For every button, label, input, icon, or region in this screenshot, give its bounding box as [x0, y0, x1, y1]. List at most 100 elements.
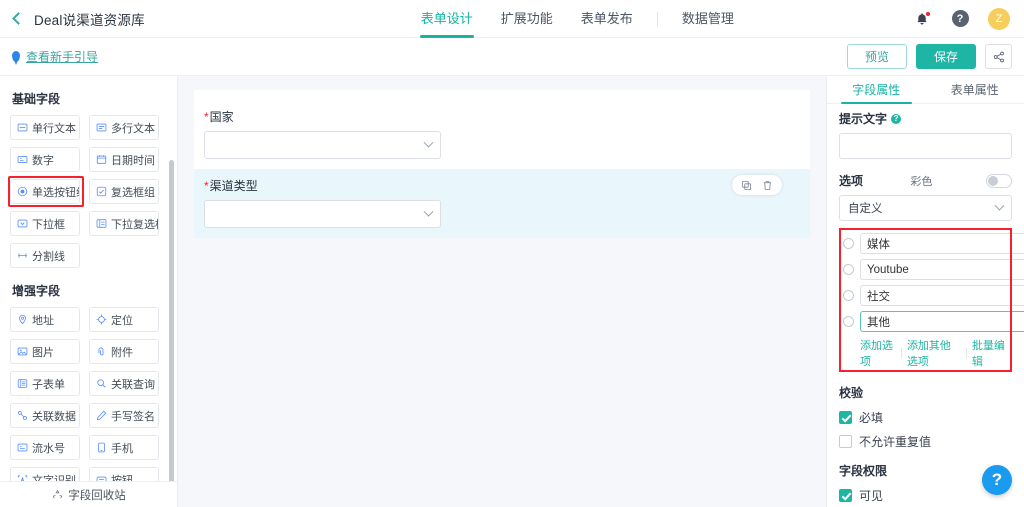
tab-form-properties[interactable]: 表单属性	[926, 76, 1024, 103]
field-button-image[interactable]: 图片	[10, 339, 80, 364]
copy-field-button[interactable]	[741, 180, 752, 191]
serial-number-icon	[17, 443, 28, 452]
field-button-phone[interactable]: 手机	[89, 435, 159, 460]
field-button-label: 复选框组	[111, 186, 155, 199]
field-button-checkbox-group[interactable]: 复选框组	[89, 179, 159, 204]
channel-type-select[interactable]	[204, 200, 441, 228]
subform-icon	[17, 379, 28, 388]
nav-item-extensions[interactable]: 扩展功能	[487, 0, 567, 38]
visible-label: 可见	[859, 489, 884, 503]
form-canvas[interactable]: *国家 *渠道类型	[178, 76, 826, 507]
notification-badge	[925, 10, 931, 17]
batch-edit-link[interactable]: 批量编辑	[972, 337, 1008, 369]
option-input[interactable]	[860, 259, 1024, 280]
field-button-location[interactable]: 定位	[89, 307, 159, 332]
option-source-select[interactable]: 自定义	[839, 195, 1012, 221]
field-button-linked-data[interactable]: 关联数据	[10, 403, 80, 428]
field-button-label: 图片	[32, 346, 54, 359]
field-button-datetime[interactable]: 日期时间	[89, 147, 159, 172]
help-button[interactable]: ?	[950, 9, 970, 29]
field-palette-sidebar[interactable]: 基础字段 单行文本 多行文本 数字 日期时间 单选按钮 复选框组 下拉框 下拉复…	[0, 76, 178, 507]
form-field-country[interactable]: *国家	[194, 100, 810, 169]
field-button-divider[interactable]: 分割线	[10, 243, 80, 268]
link-search-icon	[97, 379, 106, 388]
back-button[interactable]	[0, 0, 34, 38]
required-checkbox[interactable]	[839, 411, 852, 424]
hint-text-label: 提示文字	[839, 112, 888, 126]
floating-help-button[interactable]: ?	[982, 465, 1012, 495]
location-pin-icon	[19, 314, 26, 325]
no-duplicate-checkbox[interactable]	[839, 435, 852, 448]
field-recycle-bin[interactable]: 字段回收站	[0, 481, 177, 507]
field-button-number[interactable]: 数字	[10, 147, 80, 172]
option-radio-icon[interactable]	[843, 290, 854, 301]
country-select[interactable]	[204, 131, 441, 159]
copy-icon	[741, 180, 752, 190]
properties-panel: 字段属性 表单属性 提示文字 ? 选项 彩色 自定义 媒体 Youtube 社交…	[826, 76, 1024, 507]
field-button-label: 单选按钮组	[32, 186, 79, 199]
field-button-multi-line-text[interactable]: 多行文本	[89, 115, 159, 140]
notification-button[interactable]	[912, 9, 932, 29]
delete-field-button[interactable]	[762, 180, 773, 191]
nav-item-data-management[interactable]: 数据管理	[668, 0, 748, 38]
field-button-label: 子表单	[32, 378, 65, 391]
colorful-toggle[interactable]	[985, 173, 1012, 188]
validation-unique-row[interactable]: 不允许重复值	[839, 433, 1012, 450]
option-radio-icon[interactable]	[843, 264, 854, 275]
sidebar-scrollbar[interactable]	[169, 160, 174, 502]
field-button-subform[interactable]: 子表单	[10, 371, 80, 396]
field-button-label: 数字	[32, 154, 54, 167]
avatar[interactable]: Z	[988, 7, 1010, 30]
option-radio-icon[interactable]	[843, 316, 854, 327]
select-icon	[17, 219, 28, 228]
hint-help-icon[interactable]: ?	[891, 113, 902, 124]
share-icon	[993, 51, 1004, 62]
share-button[interactable]	[985, 44, 1012, 69]
save-button[interactable]: 保存	[915, 44, 976, 69]
option-radio-icon[interactable]	[843, 238, 854, 249]
radio-group-icon	[17, 186, 28, 197]
options-label: 选项	[839, 174, 864, 188]
calendar-icon	[96, 155, 107, 164]
field-button-single-line-text[interactable]: 单行文本	[10, 115, 80, 140]
palette-section-title-basic: 基础字段	[12, 92, 61, 106]
preview-button[interactable]: 预览	[846, 44, 907, 69]
divider-icon	[18, 253, 27, 258]
option-input[interactable]	[860, 311, 1024, 332]
properties-tabs: 字段属性 表单属性	[827, 76, 1024, 104]
beginner-guide-link[interactable]: 查看新手引导	[12, 48, 98, 65]
field-button-serial-number[interactable]: 流水号	[10, 435, 80, 460]
field-button-linked-query[interactable]: 关联查询	[89, 371, 159, 396]
field-button-radio-group[interactable]: 单选按钮组	[10, 179, 80, 204]
field-button-label: 地址	[32, 314, 54, 327]
option-row	[843, 259, 1024, 280]
multiselect-icon	[96, 219, 107, 228]
add-option-link[interactable]: 添加选项	[860, 337, 896, 369]
phone-icon	[98, 442, 105, 453]
nav-divider	[656, 11, 658, 26]
nav-item-form-publish[interactable]: 表单发布	[567, 0, 647, 38]
options-editor: 添加选项 | 添加其他选项 | 批量编辑	[839, 228, 1024, 372]
field-button-label: 单行文本	[32, 122, 76, 135]
form-field-channel-type[interactable]: *渠道类型	[194, 169, 810, 238]
sub-bar: 查看新手引导 预览 保存	[0, 38, 1024, 76]
recycle-bin-label: 字段回收站	[68, 489, 126, 502]
field-button-attachment[interactable]: 附件	[89, 339, 159, 364]
field-button-dropdown-multiselect[interactable]: 下拉复选框	[89, 211, 159, 236]
add-other-option-link[interactable]: 添加其他选项	[907, 337, 961, 369]
tab-field-properties[interactable]: 字段属性	[827, 76, 926, 104]
field-button-label: 下拉复选框	[111, 218, 158, 231]
option-row	[843, 285, 1024, 306]
palette-section-title-enhanced: 增强字段	[12, 284, 61, 298]
nav-item-form-design[interactable]: 表单设计	[407, 0, 487, 38]
link-data-icon	[17, 410, 27, 420]
validation-required-row[interactable]: 必填	[839, 409, 1012, 426]
field-button-signature[interactable]: 手写签名	[89, 403, 159, 428]
visible-checkbox[interactable]	[839, 489, 852, 502]
hint-text-input[interactable]	[839, 133, 1012, 159]
option-input[interactable]	[860, 233, 1024, 254]
field-button-address[interactable]: 地址	[10, 307, 80, 332]
option-row	[843, 311, 1024, 332]
field-button-dropdown[interactable]: 下拉框	[10, 211, 80, 236]
option-input[interactable]	[860, 285, 1024, 306]
